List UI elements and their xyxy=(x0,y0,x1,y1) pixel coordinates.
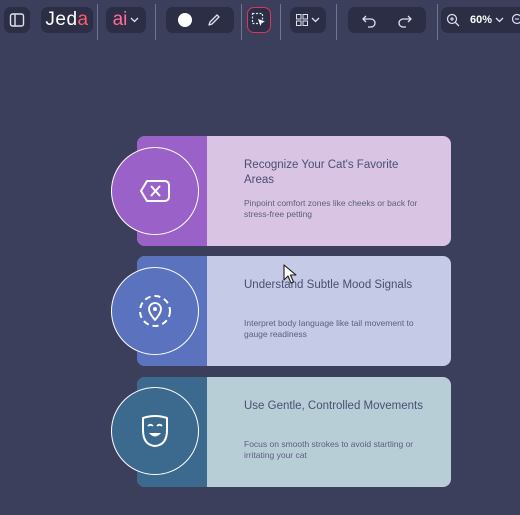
pen-icon[interactable] xyxy=(206,12,222,28)
tag-x-icon xyxy=(140,180,170,202)
divider xyxy=(280,4,281,40)
style-tools-group xyxy=(166,7,234,33)
sidebar-toggle-button[interactable] xyxy=(4,7,30,33)
step-title: Recognize Your Cat's Favorite Areas xyxy=(244,159,399,186)
selection-cursor-icon xyxy=(251,12,265,26)
divider xyxy=(437,4,438,40)
step-description: Pinpoint comfort zones like cheeks or ba… xyxy=(244,198,418,219)
ai-menu-button[interactable]: ai xyxy=(106,7,146,33)
grid-icon xyxy=(296,14,308,26)
zoom-group: 60% xyxy=(441,7,520,33)
step-description: Focus on smooth strokes to avoid startli… xyxy=(244,439,414,460)
smiling-mask-icon xyxy=(142,415,168,447)
sidebar-icon xyxy=(9,13,25,27)
brand-wordmark: Jeda xyxy=(45,9,89,30)
step-icon-circle xyxy=(111,267,199,355)
top-toolbar: Jeda ai 60% xyxy=(0,0,520,40)
step-icon-circle xyxy=(111,387,199,475)
mouse-pointer-icon xyxy=(283,264,297,284)
history-group xyxy=(348,7,426,33)
undo-icon[interactable] xyxy=(361,12,377,28)
chevron-down-icon[interactable] xyxy=(495,17,504,23)
ai-label: ai xyxy=(112,9,128,30)
step-icon-circle xyxy=(111,147,199,235)
location-pin-icon xyxy=(139,295,171,327)
chevron-down-icon xyxy=(130,17,139,23)
divider xyxy=(97,4,98,40)
divider xyxy=(155,4,156,40)
redo-icon[interactable] xyxy=(397,12,413,28)
divider xyxy=(336,4,337,40)
chevron-down-icon xyxy=(311,17,320,23)
select-tool-button[interactable] xyxy=(247,7,271,33)
divider xyxy=(241,4,242,40)
step-title: Use Gentle, Controlled Movements xyxy=(244,400,423,412)
step-description: Interpret body language like tail moveme… xyxy=(244,318,414,339)
step-title: Understand Subtle Mood Signals xyxy=(244,279,413,291)
brand-logo[interactable]: Jeda xyxy=(41,7,93,33)
zoom-level[interactable]: 60% xyxy=(470,14,492,26)
layout-menu-button[interactable] xyxy=(290,7,326,33)
zoom-out-icon[interactable] xyxy=(511,13,520,27)
zoom-in-icon[interactable] xyxy=(446,13,460,27)
color-swatch-button[interactable] xyxy=(178,13,192,27)
